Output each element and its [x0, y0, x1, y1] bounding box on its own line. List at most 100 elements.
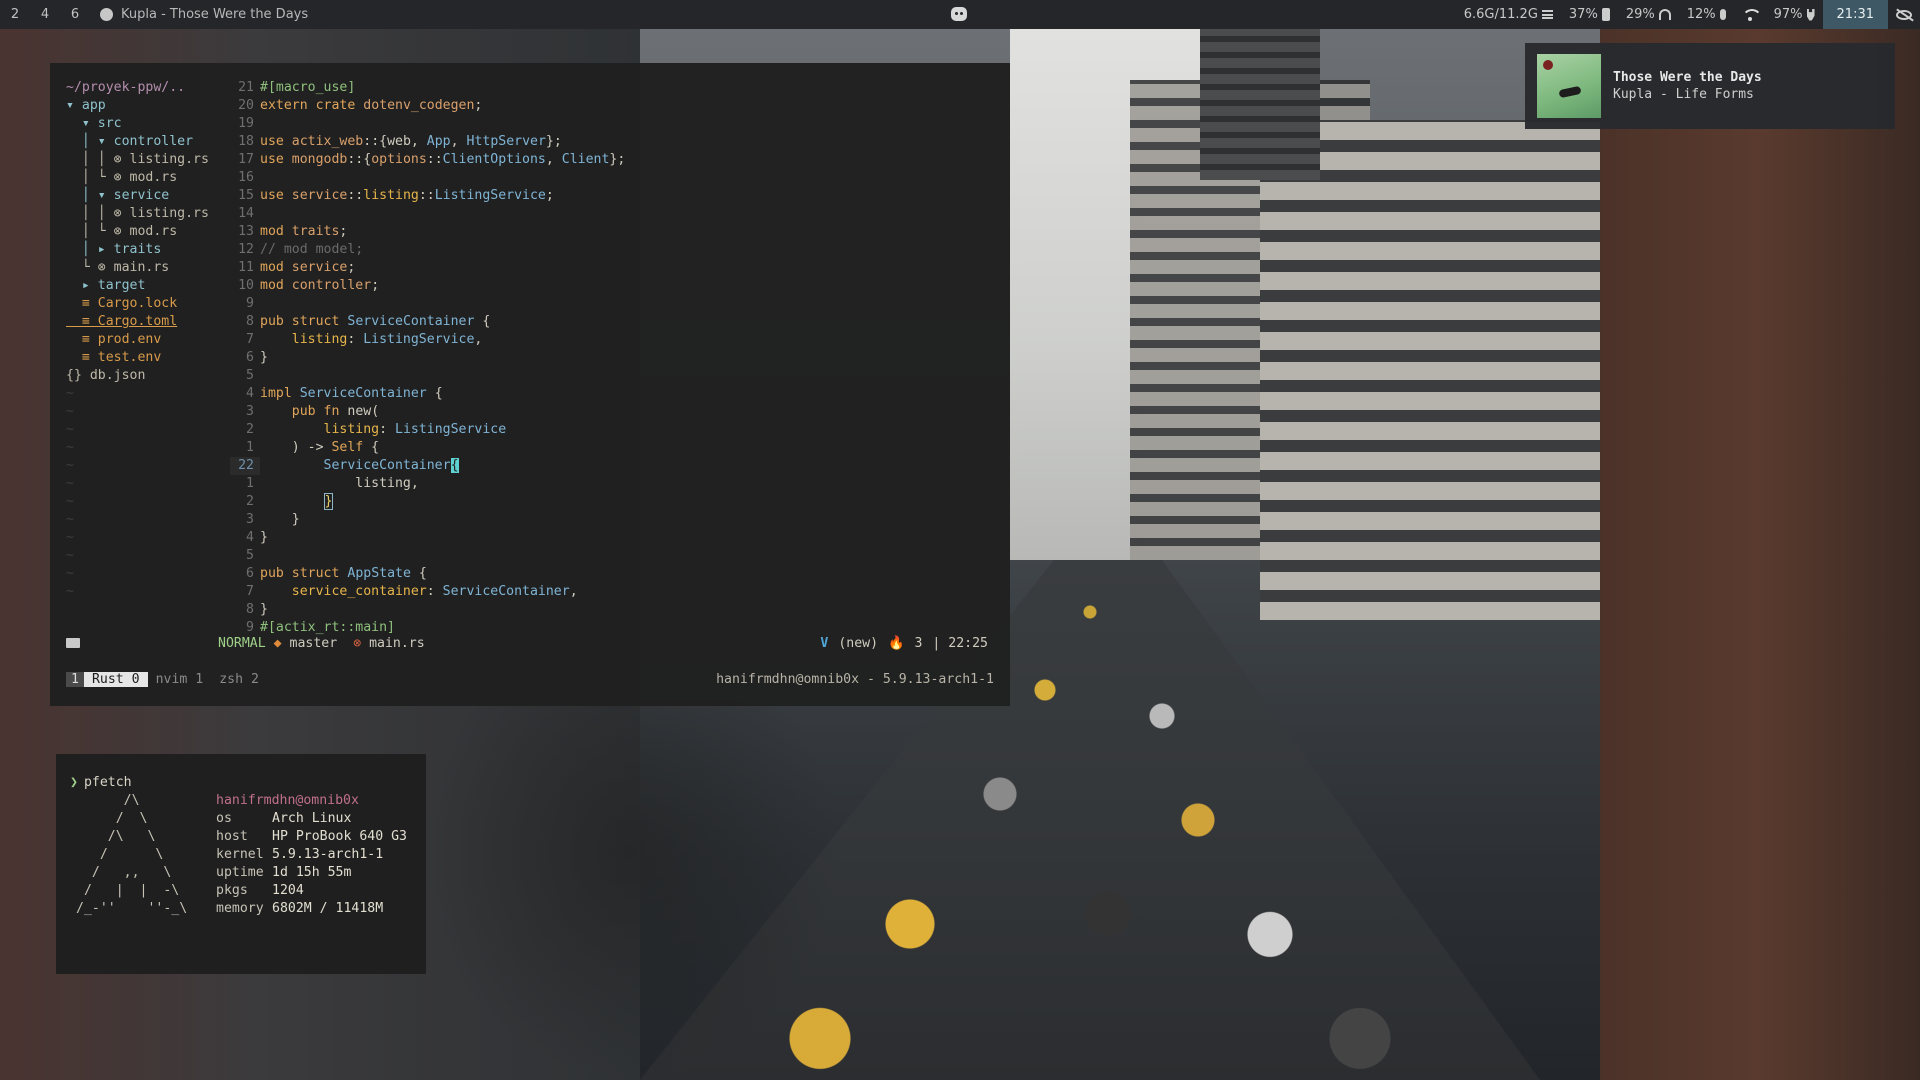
- code-text: use service::listing::ListingService;: [260, 188, 554, 203]
- code-text: pub struct AppState {: [260, 566, 427, 581]
- clock[interactable]: 21:31: [1822, 0, 1888, 29]
- code-line[interactable]: 2 listing: ListingService: [230, 421, 1000, 439]
- line-number: 5: [246, 368, 254, 383]
- code-line[interactable]: 18 use actix_web::{web, App, HttpServer};: [230, 133, 1000, 151]
- code-line[interactable]: 6 pub struct AppState {: [230, 565, 1000, 583]
- code-line[interactable]: 2 }: [230, 493, 1000, 511]
- tmux-window-nvim[interactable]: nvim 1: [148, 672, 212, 687]
- tmux-window-zsh[interactable]: zsh 2: [211, 672, 267, 687]
- system-info-key: pkgs: [216, 883, 248, 898]
- file-tree-item[interactable]: {} db.json: [66, 367, 246, 385]
- code-line[interactable]: 12 // mod model;: [230, 241, 1000, 259]
- code-line[interactable]: 14: [230, 205, 1000, 223]
- code-line[interactable]: 7 service_container: ServiceContainer,: [230, 583, 1000, 601]
- file-tree[interactable]: ~/proyek-ppw/.. ▾ app ▾ src │ ▾ controlle…: [66, 79, 246, 601]
- file-tree-item[interactable]: │ └ ⊗ mod.rs: [66, 169, 246, 187]
- file-tree-item[interactable]: ▾ app: [66, 97, 246, 115]
- music-notification[interactable]: Those Were the Days Kupla - Life Forms: [1525, 43, 1895, 129]
- line-number: 6: [246, 350, 254, 365]
- code-line[interactable]: 7 listing: ListingService,: [230, 331, 1000, 349]
- prompt-command: pfetch: [83, 775, 132, 790]
- fire-icon: 🔥: [888, 635, 905, 651]
- memory-status[interactable]: 6.6G/11.2G: [1456, 7, 1561, 22]
- code-line[interactable]: 15 use service::listing::ListingService;: [230, 187, 1000, 205]
- folder-icon: [66, 638, 80, 648]
- file-tree-item[interactable]: ≡ test.env: [66, 349, 246, 367]
- code-line[interactable]: 4 impl ServiceContainer {: [230, 385, 1000, 403]
- code-line[interactable]: 1 listing,: [230, 475, 1000, 493]
- buffer-state: (new): [838, 635, 879, 651]
- terminal-editor-window[interactable]: ~/proyek-ppw/.. ▾ app ▾ src │ ▾ controlle…: [50, 63, 1010, 706]
- cursor-position: | 22:25: [932, 635, 988, 651]
- code-line[interactable]: 8 pub struct ServiceContainer {: [230, 313, 1000, 331]
- code-text: mod controller;: [260, 278, 380, 293]
- line-number: 22: [230, 457, 260, 475]
- code-line[interactable]: 16: [230, 169, 1000, 187]
- code-line[interactable]: 6}: [230, 349, 1000, 367]
- now-playing-title: Kupla - Those Were the Days: [121, 7, 309, 22]
- line-number: 18: [238, 134, 254, 149]
- code-text: }: [323, 493, 334, 510]
- code-text: listing,: [260, 476, 419, 491]
- code-line[interactable]: 3 pub fn new(: [230, 403, 1000, 421]
- file-tree-item[interactable]: ~/proyek-ppw/..: [66, 79, 246, 97]
- code-line[interactable]: 10 mod controller;: [230, 277, 1000, 295]
- code-buffer[interactable]: 21 #[macro_use] 20 extern crate dotenv_code…: [230, 79, 1000, 637]
- file-tree-item[interactable]: │ ▾ service: [66, 187, 246, 205]
- vim-mode: NORMAL: [218, 635, 266, 651]
- code-line[interactable]: 20 extern crate dotenv_codegen;: [230, 97, 1000, 115]
- file-tree-item[interactable]: ≡ Cargo.lock: [66, 295, 246, 313]
- line-number: 13: [238, 224, 254, 239]
- code-line[interactable]: 5: [230, 367, 1000, 385]
- tmux-session-index[interactable]: 1: [66, 671, 84, 687]
- wifi-status[interactable]: [1734, 8, 1766, 21]
- mic-volume[interactable]: 12%: [1679, 7, 1734, 22]
- headphone-volume[interactable]: 29%: [1618, 7, 1679, 22]
- line-number: 8: [246, 314, 254, 329]
- power-status[interactable]: 97%: [1766, 7, 1823, 22]
- code-line[interactable]: 17 use mongodb::{options::ClientOptions, …: [230, 151, 1000, 169]
- file-tree-item[interactable]: ≡ prod.env: [66, 331, 246, 349]
- discord-icon[interactable]: [951, 7, 967, 21]
- file-tree-item[interactable]: │ │ ⊗ listing.rs: [66, 151, 246, 169]
- system-info-value: 6802M / 11418M: [272, 901, 384, 916]
- code-line[interactable]: 21 #[macro_use]: [230, 79, 1000, 97]
- microphone-icon: [1719, 9, 1726, 20]
- code-line[interactable]: 8}: [230, 601, 1000, 619]
- system-info-row: pkgs 1204: [216, 882, 407, 900]
- line-number: 10: [238, 278, 254, 293]
- code-line[interactable]: 4}: [230, 529, 1000, 547]
- line-number: 15: [238, 188, 254, 203]
- code-line[interactable]: 9: [230, 295, 1000, 313]
- file-tree-item[interactable]: │ │ ⊗ listing.rs: [66, 205, 246, 223]
- code-line[interactable]: 1 ) -> Self {: [230, 439, 1000, 457]
- file-tree-item[interactable]: │ ▾ controller: [66, 133, 246, 151]
- line-number: 7: [246, 584, 254, 599]
- code-line[interactable]: 5: [230, 547, 1000, 565]
- code-line[interactable]: 19: [230, 115, 1000, 133]
- arch-logo-line: /_-'' ''-_\: [76, 901, 188, 916]
- line-number: 19: [238, 116, 254, 131]
- arch-logo-line: /\ \: [76, 829, 156, 844]
- file-tree-item[interactable]: ▸ target: [66, 277, 246, 295]
- now-playing[interactable]: Kupla - Those Were the Days: [100, 7, 308, 22]
- visibility-toggle[interactable]: [1888, 9, 1920, 20]
- file-tree-item[interactable]: ≡ Cargo.toml: [66, 313, 246, 331]
- pfetch-terminal[interactable]: ❯ pfetch /\ / \ /\ \ / \ / ,, \ / | | -\ /…: [56, 754, 426, 974]
- tmux-window-rust[interactable]: Rust 0: [83, 671, 148, 687]
- workspace-6[interactable]: 6: [60, 7, 90, 22]
- file-tree-item[interactable]: │ └ ⊗ mod.rs: [66, 223, 246, 241]
- code-text: impl ServiceContainer {: [260, 386, 443, 401]
- code-line[interactable]: 3 }: [230, 511, 1000, 529]
- workspace-2[interactable]: 2: [0, 7, 30, 22]
- code-text: mod traits;: [260, 224, 348, 239]
- file-tree-item[interactable]: ▾ src: [66, 115, 246, 133]
- battery-status[interactable]: 37%: [1561, 7, 1618, 22]
- workspace-4[interactable]: 4: [30, 7, 60, 22]
- code-line[interactable]: 22 ServiceContainer{: [230, 457, 1000, 475]
- file-tree-item[interactable]: └ ⊗ main.rs: [66, 259, 246, 277]
- code-line[interactable]: 13 mod traits;: [230, 223, 1000, 241]
- file-tree-item[interactable]: │ ▸ traits: [66, 241, 246, 259]
- system-info-value: 1d 15h 55m: [272, 865, 352, 880]
- code-line[interactable]: 11 mod service;: [230, 259, 1000, 277]
